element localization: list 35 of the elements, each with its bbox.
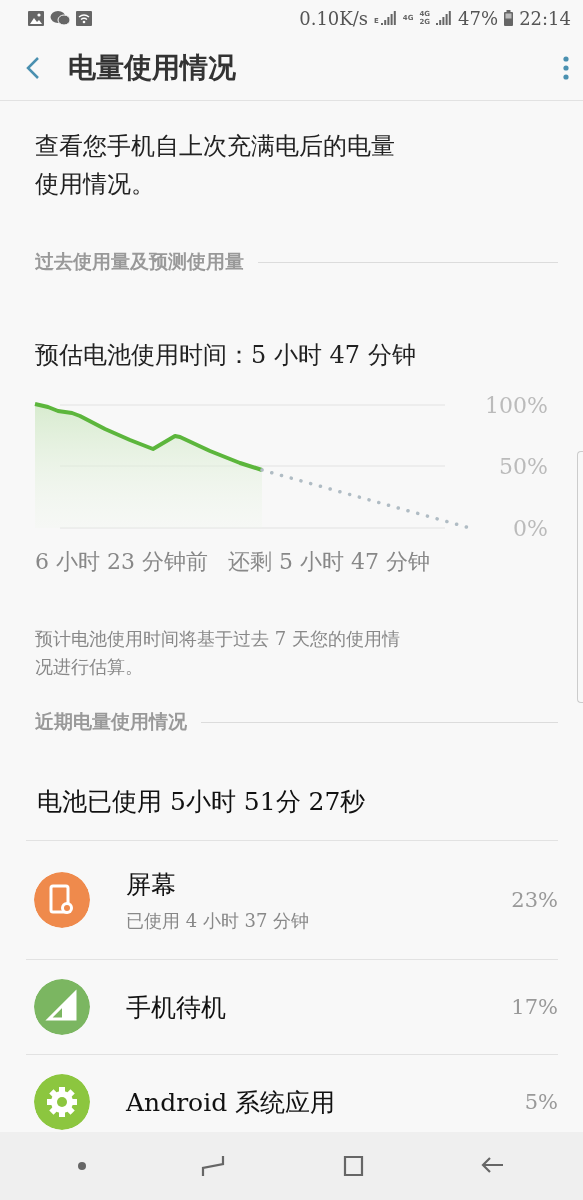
clock: 22:14 <box>519 7 571 29</box>
dot-icon[interactable] <box>77 1161 88 1171</box>
signal-icon <box>380 11 397 25</box>
usage-item[interactable]: Android 系统应用 5% <box>26 1055 558 1132</box>
home-icon[interactable] <box>341 1154 366 1178</box>
usage-item[interactable]: 手机待机 17% <box>26 960 558 1055</box>
more-options-icon[interactable] <box>563 56 569 80</box>
estimated-time: 预估电池使用时间：5 小时 47 分钟 <box>35 340 417 371</box>
item-percent: 23% <box>511 888 558 912</box>
network-speed: 0.10K/s <box>299 7 369 29</box>
section-header: 过去使用量及预测使用量 <box>35 249 244 274</box>
item-name: 手机待机 <box>126 991 227 1024</box>
item-percent: 5% <box>524 1090 558 1114</box>
item-percent: 17% <box>511 995 558 1019</box>
chart-end-label: 还剩 5 小时 47 分钟 <box>228 548 430 576</box>
description-text: 查看您手机自上次充满电后的电量使用情况。 <box>35 131 396 200</box>
battery-icon <box>504 10 514 26</box>
axis-label: 100% <box>485 393 548 418</box>
chart-start-label: 6 小时 23 分钟前 <box>35 548 208 576</box>
footnote-text: 预计电池使用时间将基于过去 7 天您的使用情况进行估算。 <box>35 627 401 679</box>
chat-icon <box>50 10 70 26</box>
gallery-icon <box>28 10 44 26</box>
item-detail: 已使用 4 小时 37 分钟 <box>126 908 311 933</box>
item-name: 屏幕 <box>126 868 177 901</box>
signal-icon <box>436 11 453 25</box>
back-icon[interactable] <box>26 56 40 80</box>
wifi-icon <box>76 10 92 26</box>
axis-label: 50% <box>499 454 548 479</box>
battery-percent: 47% <box>458 7 499 29</box>
axis-label: 0% <box>513 516 548 541</box>
item-name: Android 系统应用 <box>126 1086 337 1119</box>
page-title: 电量使用情况 <box>68 50 237 86</box>
usage-item[interactable]: 屏幕 已使用 4 小时 37 分钟 23% <box>26 841 558 960</box>
battery-used-total: 电池已使用 5小时 51分 27秒 <box>37 786 367 818</box>
section-header: 近期电量使用情况 <box>35 709 187 734</box>
